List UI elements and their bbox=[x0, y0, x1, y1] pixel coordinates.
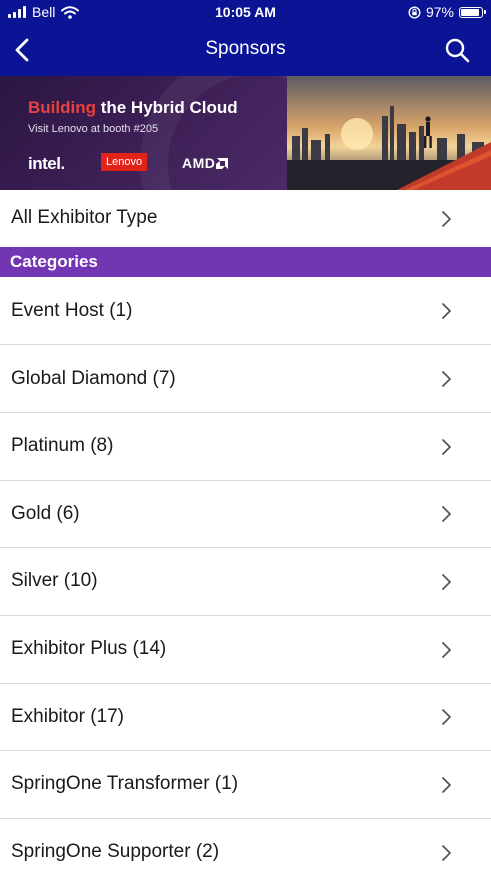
sponsor-banner[interactable]: Building the Hybrid Cloud Visit Lenovo a… bbox=[0, 76, 491, 190]
chevron-right-icon bbox=[442, 506, 451, 522]
battery-icon bbox=[459, 6, 486, 18]
category-label: Exhibitor (17) bbox=[11, 706, 124, 727]
chevron-right-icon bbox=[442, 371, 451, 387]
category-label: Event Host (1) bbox=[11, 300, 133, 321]
page-title: Sponsors bbox=[205, 38, 286, 59]
banner-headline-accent: Building bbox=[28, 98, 96, 117]
categories-section-header: Categories bbox=[0, 247, 491, 277]
chevron-right-icon bbox=[442, 211, 451, 227]
battery-percent: 97% bbox=[425, 4, 454, 20]
banner-text-panel: Building the Hybrid Cloud Visit Lenovo a… bbox=[0, 76, 376, 190]
section-title: Categories bbox=[10, 252, 98, 271]
category-row-silver[interactable]: Silver (10) bbox=[0, 548, 491, 616]
search-button[interactable] bbox=[443, 36, 471, 64]
banner-headline: Building the Hybrid Cloud bbox=[28, 98, 238, 118]
nav-bar: Sponsors bbox=[0, 26, 491, 76]
chevron-right-icon bbox=[442, 777, 451, 793]
chevron-right-icon bbox=[442, 439, 451, 455]
banner-headline-rest: the Hybrid Cloud bbox=[95, 98, 238, 117]
chevron-right-icon bbox=[442, 574, 451, 590]
status-bar: Bell 10:05 AM 97% bbox=[0, 0, 491, 26]
status-right: 97% bbox=[408, 4, 486, 20]
category-label: Silver (10) bbox=[11, 570, 98, 591]
orientation-lock-icon bbox=[408, 5, 421, 19]
category-row-gold[interactable]: Gold (6) bbox=[0, 481, 491, 548]
category-label: Platinum (8) bbox=[11, 435, 114, 456]
category-label: Gold (6) bbox=[11, 503, 80, 524]
banner-subline: Visit Lenovo at booth #205 bbox=[28, 123, 159, 135]
category-row-exhibitor-plus[interactable]: Exhibitor Plus (14) bbox=[0, 616, 491, 684]
amd-logo-text: AMD bbox=[182, 155, 216, 171]
category-row-platinum[interactable]: Platinum (8) bbox=[0, 413, 491, 481]
amd-arrow-icon bbox=[216, 158, 229, 169]
amd-logo: AMD bbox=[182, 155, 229, 171]
category-row-event-host[interactable]: Event Host (1) bbox=[0, 277, 491, 345]
category-row-exhibitor[interactable]: Exhibitor (17) bbox=[0, 684, 491, 751]
exhibitor-type-filter[interactable]: All Exhibitor Type bbox=[0, 190, 491, 247]
category-label: SpringOne Transformer (1) bbox=[11, 773, 239, 794]
chevron-right-icon bbox=[442, 303, 451, 319]
category-label: Exhibitor Plus (14) bbox=[11, 638, 167, 659]
chevron-right-icon bbox=[442, 709, 451, 725]
chevron-right-icon bbox=[442, 642, 451, 658]
category-label: Global Diamond (7) bbox=[11, 368, 176, 389]
lenovo-logo: Lenovo bbox=[101, 153, 148, 171]
intel-logo: intel. bbox=[28, 154, 65, 173]
chevron-right-icon bbox=[442, 845, 451, 861]
exhibitor-type-label: All Exhibitor Type bbox=[11, 207, 158, 228]
city-skyline-photo bbox=[287, 76, 491, 190]
battery-fill bbox=[461, 8, 480, 16]
category-row-springone-supporter[interactable]: SpringOne Supporter (2) bbox=[0, 819, 491, 872]
category-row-springone-transformer[interactable]: SpringOne Transformer (1) bbox=[0, 751, 491, 819]
category-row-global-diamond[interactable]: Global Diamond (7) bbox=[0, 345, 491, 413]
app-header: Bell 10:05 AM 97% Sponsors bbox=[0, 0, 491, 76]
search-icon bbox=[445, 38, 470, 63]
category-label: SpringOne Supporter (2) bbox=[11, 841, 220, 862]
